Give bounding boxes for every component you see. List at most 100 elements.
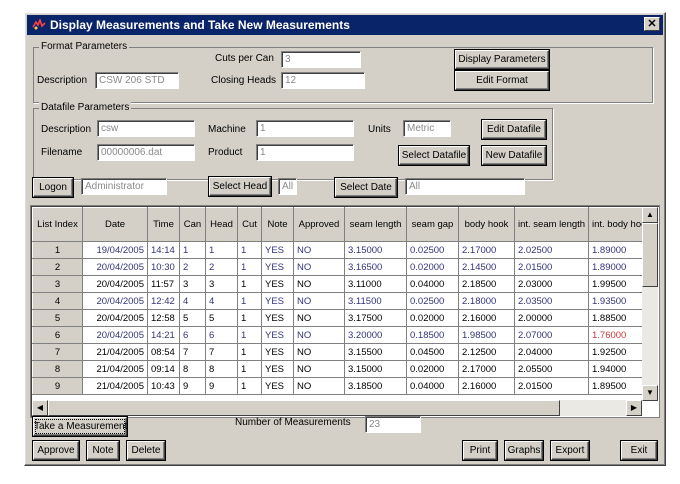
close-icon[interactable]: ✕ xyxy=(644,17,660,31)
table-cell[interactable]: NO xyxy=(293,241,345,259)
table-cell[interactable]: 8 xyxy=(205,360,238,378)
table-cell[interactable]: NO xyxy=(293,292,345,310)
table-cell[interactable]: 2.03500 xyxy=(514,292,589,310)
column-header[interactable]: seam gap xyxy=(406,207,459,242)
select-date-button[interactable]: Select Date xyxy=(335,178,397,197)
table-row[interactable]: 8 21/04/2005 09:14 8 8 1 YES NO 3.15000 0.02000 2.… xyxy=(32,360,645,378)
scroll-up-icon[interactable]: ▲ xyxy=(642,207,658,223)
table-cell[interactable]: 1.98500 xyxy=(458,326,515,344)
table-cell[interactable]: YES xyxy=(261,258,294,276)
table-cell[interactable]: 0.02500 xyxy=(406,241,459,259)
table-cell[interactable]: 08:54 xyxy=(147,343,180,361)
table-cell[interactable]: YES xyxy=(261,241,294,259)
select-datafile-button[interactable]: Select Datafile xyxy=(399,146,469,165)
table-cell[interactable]: 11:57 xyxy=(147,275,180,293)
table-cell[interactable]: NO xyxy=(293,258,345,276)
table-cell[interactable]: 3.15000 xyxy=(344,360,407,378)
table-cell[interactable]: 14:21 xyxy=(147,326,180,344)
table-row[interactable]: 3 20/04/2005 11:57 3 3 1 YES NO 3.11000 0.04000 2.… xyxy=(32,275,645,293)
machine-field[interactable]: 1 xyxy=(256,120,354,137)
table-cell[interactable]: NO xyxy=(293,275,345,293)
table-cell[interactable]: 8 xyxy=(179,360,206,378)
table-cell[interactable]: 10:43 xyxy=(147,377,180,395)
table-cell[interactable]: 1.89000 xyxy=(588,241,645,259)
cuts-per-can-field[interactable]: 3 xyxy=(281,51,361,68)
vertical-scroll-thumb[interactable] xyxy=(642,223,658,287)
table-cell[interactable]: NO xyxy=(293,309,345,327)
take-measurement-button[interactable]: Take a Measurement xyxy=(33,417,127,436)
table-cell[interactable]: 2.18000 xyxy=(458,292,515,310)
row-index-cell[interactable]: 7 xyxy=(32,343,83,361)
table-cell[interactable]: 0.04000 xyxy=(406,377,459,395)
table-cell[interactable]: 2.12500 xyxy=(458,343,515,361)
table-cell[interactable]: 1.93500 xyxy=(588,292,645,310)
column-header[interactable]: int. seam length xyxy=(514,207,589,242)
column-header[interactable]: int. body hoo xyxy=(588,207,646,242)
table-cell[interactable]: 21/04/2005 xyxy=(82,360,148,378)
export-button[interactable]: Export xyxy=(551,441,589,460)
table-cell[interactable]: 5 xyxy=(205,309,238,327)
table-cell[interactable]: 3.17500 xyxy=(344,309,407,327)
row-index-cell[interactable]: 4 xyxy=(32,292,83,310)
column-header[interactable]: Date xyxy=(82,207,148,242)
filename-field[interactable]: 00000006.dat xyxy=(97,144,195,161)
table-cell[interactable]: 2 xyxy=(179,258,206,276)
horizontal-scroll-thumb[interactable] xyxy=(48,400,560,416)
table-row[interactable]: 9 21/04/2005 10:43 9 9 1 YES NO 3.18500 0.04000 2.… xyxy=(32,377,645,395)
graphs-button[interactable]: Graphs xyxy=(505,441,543,460)
print-button[interactable]: Print xyxy=(463,441,497,460)
table-cell[interactable]: 1 xyxy=(179,241,206,259)
date-filter-field[interactable]: All xyxy=(405,178,525,195)
table-cell[interactable]: 2.02500 xyxy=(514,241,589,259)
table-cell[interactable]: 6 xyxy=(205,326,238,344)
column-header[interactable]: Head xyxy=(205,207,238,242)
table-cell[interactable]: 2.01500 xyxy=(514,258,589,276)
display-parameters-button[interactable]: Display Parameters xyxy=(455,50,549,69)
table-cell[interactable]: 0.02000 xyxy=(406,309,459,327)
table-cell[interactable]: 2.16000 xyxy=(458,377,515,395)
table-cell[interactable]: 09:14 xyxy=(147,360,180,378)
table-cell[interactable]: YES xyxy=(261,292,294,310)
units-field[interactable]: Metric xyxy=(403,120,451,137)
table-cell[interactable]: YES xyxy=(261,275,294,293)
table-cell[interactable]: 9 xyxy=(205,377,238,395)
column-header[interactable]: body hook xyxy=(458,207,515,242)
column-header[interactable]: seam length xyxy=(344,207,407,242)
table-row[interactable]: 7 21/04/2005 08:54 7 7 1 YES NO 3.15500 0.04500 2.… xyxy=(32,343,645,361)
table-row[interactable]: 4 20/04/2005 12:42 4 4 1 YES NO 3.11500 0.02500 2.… xyxy=(32,292,645,310)
table-cell[interactable]: 3.18500 xyxy=(344,377,407,395)
table-cell[interactable]: 2.17000 xyxy=(458,360,515,378)
table-cell[interactable]: 0.02500 xyxy=(406,292,459,310)
table-cell[interactable]: 1 xyxy=(237,309,262,327)
table-cell[interactable]: 1 xyxy=(237,258,262,276)
table-cell[interactable]: 5 xyxy=(179,309,206,327)
closing-heads-field[interactable]: 12 xyxy=(281,72,365,89)
table-row[interactable]: 6 20/04/2005 14:21 6 6 1 YES NO 3.20000 0.18500 1.… xyxy=(32,326,645,344)
row-index-cell[interactable]: 8 xyxy=(32,360,83,378)
table-cell[interactable]: 1 xyxy=(237,292,262,310)
table-cell[interactable]: 2.03000 xyxy=(514,275,589,293)
table-cell[interactable]: NO xyxy=(293,377,345,395)
table-cell[interactable]: 2.01500 xyxy=(514,377,589,395)
table-cell[interactable]: 2.00000 xyxy=(514,309,589,327)
table-cell[interactable]: 12:58 xyxy=(147,309,180,327)
table-cell[interactable]: 1.88500 xyxy=(588,309,645,327)
table-cell[interactable]: 3.15500 xyxy=(344,343,407,361)
table-cell[interactable]: 0.04000 xyxy=(406,275,459,293)
table-cell[interactable]: YES xyxy=(261,377,294,395)
column-header[interactable]: Time xyxy=(147,207,180,242)
table-cell[interactable]: NO xyxy=(293,326,345,344)
row-index-cell[interactable]: 6 xyxy=(32,326,83,344)
table-cell[interactable]: 1.76000 xyxy=(588,326,645,344)
row-index-cell[interactable]: 2 xyxy=(32,258,83,276)
table-cell[interactable]: 20/04/2005 xyxy=(82,258,148,276)
table-cell[interactable]: 2.16000 xyxy=(458,309,515,327)
table-cell[interactable]: 12:42 xyxy=(147,292,180,310)
table-cell[interactable]: YES xyxy=(261,309,294,327)
head-filter-field[interactable]: All xyxy=(278,178,297,195)
table-cell[interactable]: 4 xyxy=(179,292,206,310)
scroll-left-icon[interactable]: ◀ xyxy=(32,400,48,416)
vertical-scrollbar[interactable]: ▲ ▼ xyxy=(642,207,658,401)
table-cell[interactable]: 3.11500 xyxy=(344,292,407,310)
new-datafile-button[interactable]: New Datafile xyxy=(482,146,546,165)
